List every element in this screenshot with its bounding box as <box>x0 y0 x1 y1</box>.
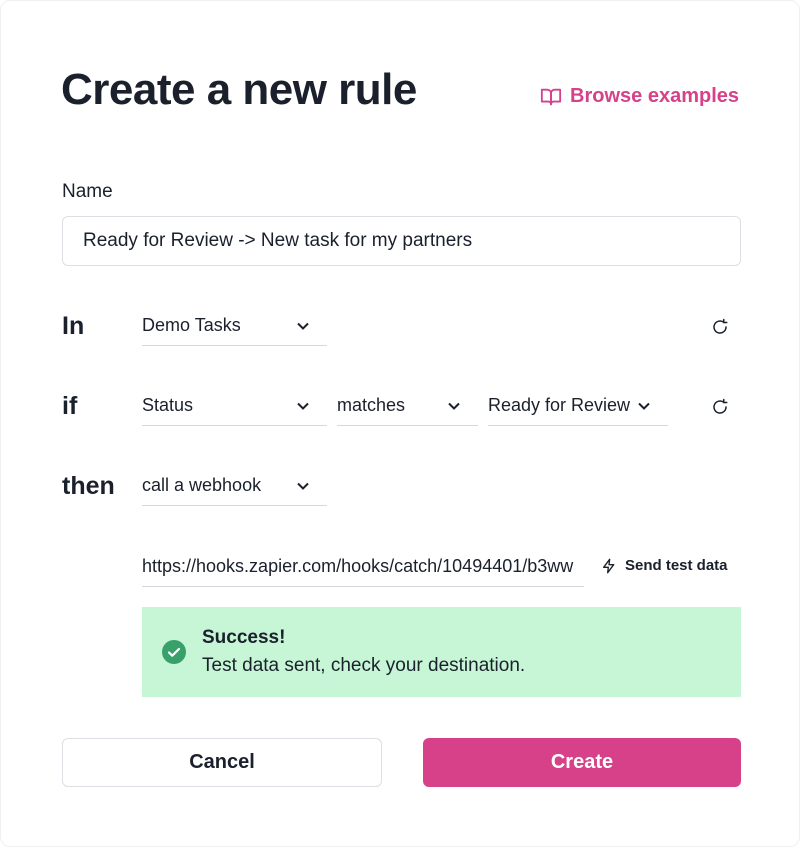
browse-examples-label: Browse examples <box>570 85 739 107</box>
cancel-button[interactable]: Cancel <box>62 738 382 787</box>
operator-select[interactable]: matches <box>337 386 478 426</box>
alert-title: Success! <box>202 627 286 648</box>
then-label: then <box>62 472 115 500</box>
in-label: In <box>62 312 85 340</box>
field-select-value: Status <box>142 395 194 415</box>
refresh-icon[interactable] <box>711 318 729 336</box>
value-select-value: Ready for Review <box>488 395 631 415</box>
create-rule-dialog: Create a new rule Browse examples Name I… <box>0 0 800 847</box>
chevron-down-icon <box>297 482 309 490</box>
action-select[interactable]: call a webhook <box>142 466 327 506</box>
page-title: Create a new rule <box>61 65 417 114</box>
refresh-icon[interactable] <box>711 398 729 416</box>
name-input[interactable] <box>62 216 741 266</box>
check-circle-icon <box>162 640 186 664</box>
field-select[interactable]: Status <box>142 386 327 426</box>
if-label: if <box>62 392 78 420</box>
value-select[interactable]: Ready for Review <box>488 386 668 426</box>
send-test-data-label: Send test data <box>625 557 728 574</box>
action-select-value: call a webhook <box>142 475 262 495</box>
chevron-down-icon <box>638 402 650 410</box>
webhook-url-input[interactable]: https://hooks.zapier.com/hooks/catch/104… <box>142 547 584 587</box>
send-test-data-button[interactable]: Send test data <box>601 557 728 574</box>
operator-select-value: matches <box>337 395 406 415</box>
alert-message: Test data sent, check your destination. <box>202 655 526 676</box>
table-select[interactable]: Demo Tasks <box>142 306 327 346</box>
browse-examples-link[interactable]: Browse examples <box>540 85 739 108</box>
chevron-down-icon <box>297 402 309 410</box>
name-label: Name <box>62 181 113 202</box>
chevron-down-icon <box>448 402 460 410</box>
table-select-value: Demo Tasks <box>142 315 241 335</box>
book-icon <box>540 88 562 105</box>
chevron-down-icon <box>297 322 309 330</box>
lightning-icon <box>603 558 615 573</box>
success-alert: Success! Test data sent, check your dest… <box>142 607 741 697</box>
create-button[interactable]: Create <box>423 738 741 787</box>
